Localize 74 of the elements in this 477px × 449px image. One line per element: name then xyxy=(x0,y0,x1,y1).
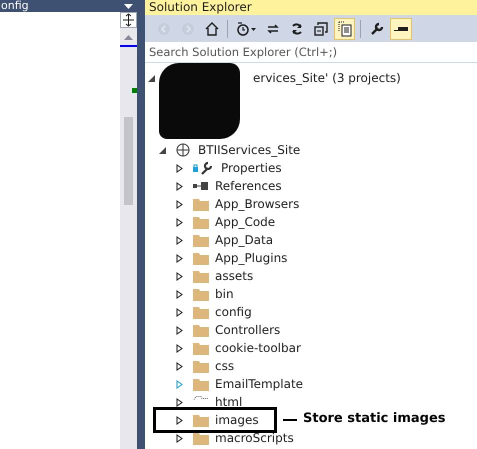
folder-icon xyxy=(193,216,209,228)
forward-icon xyxy=(180,22,194,36)
collapsed-arrow-icon[interactable] xyxy=(176,362,184,370)
globe-icon xyxy=(176,143,192,157)
collapsed-arrow-icon[interactable] xyxy=(176,308,184,316)
scrollbar-thumb[interactable] xyxy=(124,117,133,205)
folder-icon xyxy=(193,252,209,264)
folder-icon xyxy=(193,198,209,210)
folder-icon xyxy=(193,432,209,444)
tree-item-label[interactable]: Controllers xyxy=(215,323,280,337)
collapsed-arrow-icon[interactable] xyxy=(176,164,184,172)
files-icon xyxy=(338,20,352,36)
folder-icon xyxy=(193,342,209,354)
folder-icon xyxy=(193,306,209,318)
tree-item-label[interactable]: images xyxy=(215,413,259,427)
collapsed-arrow-icon[interactable] xyxy=(176,254,184,262)
home-icon xyxy=(204,22,218,36)
tree-item-label[interactable]: macroScripts xyxy=(215,431,294,445)
tree-item-label[interactable]: assets xyxy=(215,269,254,283)
collapsed-arrow-icon[interactable] xyxy=(176,290,184,298)
tree-item-label[interactable]: bin xyxy=(215,287,234,301)
folder-icon xyxy=(193,288,209,300)
clock-icon xyxy=(236,22,256,36)
dash-icon xyxy=(393,24,409,32)
dotted-folder-icon xyxy=(193,396,209,400)
tree-item-label[interactable]: css xyxy=(215,359,234,373)
collapsed-arrow-icon[interactable] xyxy=(176,434,184,442)
collapsed-arrow-icon[interactable] xyxy=(176,398,184,406)
wrench-icon xyxy=(370,22,384,36)
tree-item-label[interactable]: ervices_Site' (3 projects) xyxy=(253,71,401,85)
tree-item-label[interactable]: EmailTemplate xyxy=(215,377,304,391)
panel-title: Solution Explorer xyxy=(145,0,477,15)
expanded-arrow-icon[interactable] xyxy=(148,74,156,82)
folder-icon xyxy=(193,378,209,390)
tree-item-label[interactable]: config xyxy=(215,305,252,319)
folder-icon xyxy=(193,324,209,336)
collapsed-arrow-icon[interactable] xyxy=(176,326,184,334)
lock-wrench-icon xyxy=(193,161,215,175)
tree-item-label[interactable]: App_Browsers xyxy=(215,197,300,211)
folder-icon xyxy=(193,270,209,282)
tree-item-label[interactable]: App_Data xyxy=(215,233,274,247)
folder-icon xyxy=(193,414,209,426)
tree-item-label[interactable]: Properties xyxy=(221,161,282,175)
collapsed-arrow-icon[interactable] xyxy=(176,182,184,190)
collapsed-arrow-icon[interactable] xyxy=(176,218,184,226)
splitter-icon xyxy=(120,12,137,28)
references-icon xyxy=(193,182,209,190)
editor-tab-title[interactable]: onfig xyxy=(1,0,29,12)
leader-line xyxy=(283,419,297,421)
scroll-up-arrow-icon xyxy=(124,35,133,40)
preview-button[interactable] xyxy=(390,18,412,40)
expanded-arrow-icon[interactable] xyxy=(159,146,167,154)
tree-item-label[interactable]: App_Code xyxy=(215,215,276,229)
annotation-text: Store static images xyxy=(303,411,446,426)
folder-icon xyxy=(193,234,209,246)
tree-item-label[interactable]: References xyxy=(215,179,282,193)
sync-arrows-icon xyxy=(266,22,280,36)
tree-item-label[interactable]: cookie-toolbar xyxy=(215,341,301,355)
tree-item-label[interactable]: App_Plugins xyxy=(215,251,288,265)
collapse-all-icon xyxy=(314,22,328,36)
collapsed-arrow-icon[interactable] xyxy=(176,200,184,208)
collapsed-arrow-icon[interactable] xyxy=(176,344,184,352)
back-icon xyxy=(156,22,170,36)
collapsed-arrow-icon[interactable] xyxy=(176,272,184,280)
show-all-button[interactable] xyxy=(334,18,355,40)
tree-item-label[interactable]: BTIIServices_Site xyxy=(198,143,300,157)
change-marker-icon xyxy=(132,88,137,93)
vertical-scrollbar[interactable] xyxy=(120,12,137,449)
dropdown-caret-icon xyxy=(124,4,133,8)
tree-item-label[interactable]: html xyxy=(215,395,242,409)
refresh-icon xyxy=(290,22,304,36)
collapsed-arrow-icon[interactable] xyxy=(176,416,184,424)
folder-icon xyxy=(193,360,209,372)
collapsed-arrow-icon[interactable] xyxy=(176,236,184,244)
